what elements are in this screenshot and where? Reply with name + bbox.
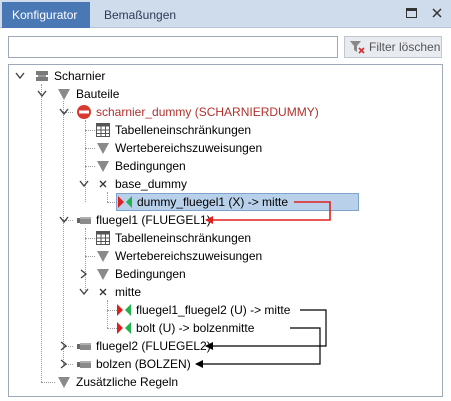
red-arrow [205,201,331,224]
relationship-arrows [195,201,331,368]
